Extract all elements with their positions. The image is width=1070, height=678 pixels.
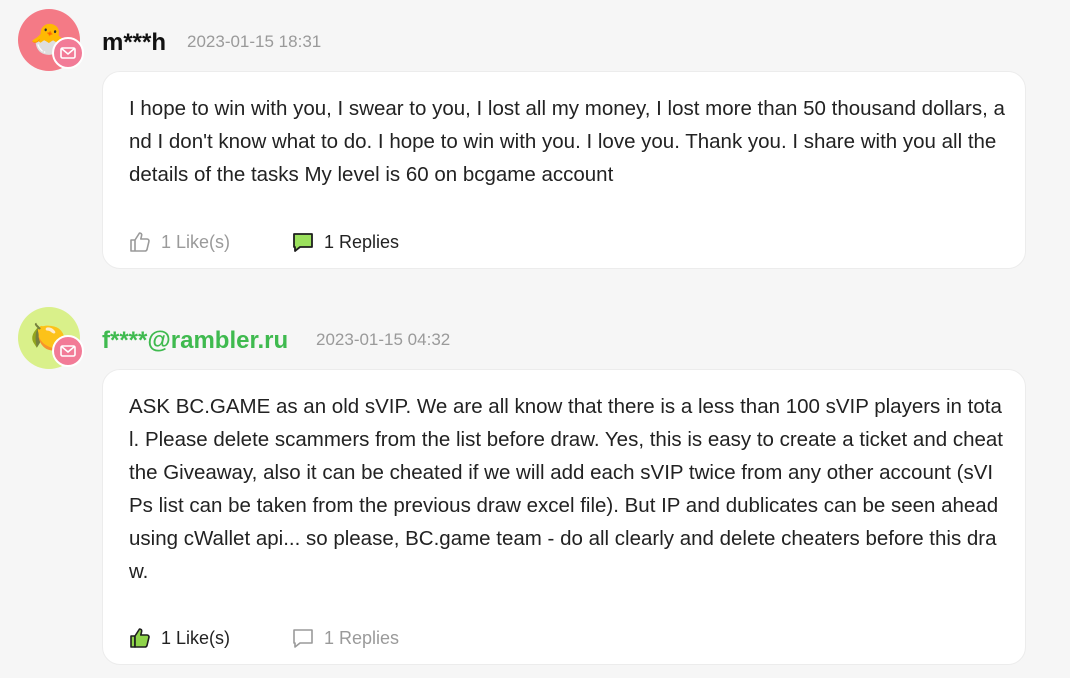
chat-bubble-icon [293,233,313,252]
like-button[interactable]: 1 Like(s) [128,626,230,650]
thumbs-up-icon [130,628,150,648]
timestamp: 2023-01-15 18:31 [187,32,322,51]
timestamp: 2023-01-15 04:32 [316,330,451,349]
chat-bubble-icon [293,629,313,648]
mail-icon [52,37,84,69]
comment-card: ASK BC.GAME as an old sVIP. We are all k… [102,369,1026,665]
like-count: 1 Like(s) [161,627,231,648]
comment-text: I hope to win with you, I swear to you, … [129,97,1005,186]
replies-button[interactable]: 1 Replies [291,626,399,650]
username[interactable]: f****@rambler.ru [102,327,288,355]
reply-count: 1 Replies [324,627,400,648]
username[interactable]: m***h [102,29,166,57]
like-count: 1 Like(s) [161,231,231,252]
mail-icon [52,335,84,367]
thumbs-up-icon [130,232,150,252]
reply-count: 1 Replies [324,231,400,252]
like-button[interactable]: 1 Like(s) [128,230,230,254]
replies-button[interactable]: 1 Replies [291,230,399,254]
comment-card: I hope to win with you, I swear to you, … [102,71,1026,269]
comment-text: ASK BC.GAME as an old sVIP. We are all k… [129,395,1003,583]
